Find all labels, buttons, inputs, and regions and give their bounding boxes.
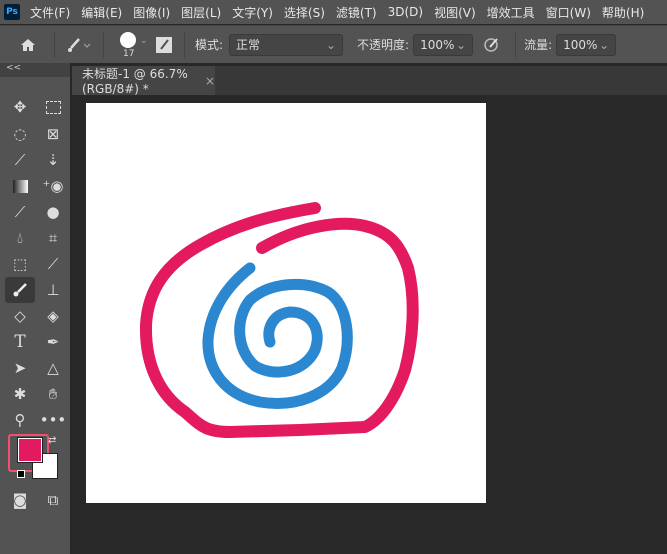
blue-stroke [202, 262, 353, 409]
type-mask-tool-icon[interactable]: ⇣ [41, 149, 65, 171]
brush-size-value: 17 [123, 48, 135, 59]
quick-select-tool-icon[interactable]: ⟋ [8, 149, 32, 171]
menu-image[interactable]: 图像(I) [133, 4, 170, 21]
pressure-opacity-icon[interactable] [473, 37, 509, 53]
mode-select[interactable]: 正常 ⌄ [229, 33, 344, 56]
paint-bucket-tool-icon[interactable]: ◈ [41, 305, 65, 327]
shape-tool-icon[interactable]: △ [41, 357, 65, 379]
collapse-panel-button[interactable]: << [0, 63, 70, 77]
brush-tool-icon[interactable] [5, 277, 35, 303]
menu-3d[interactable]: 3D(D) [388, 5, 423, 19]
mode-label: 模式: [195, 38, 224, 52]
marquee-tool-icon[interactable] [41, 96, 65, 118]
object-select-tool-icon[interactable]: ⬚ [8, 253, 32, 275]
document-tabs: 未标题-1 @ 66.7%(RGB/8#) * × [72, 66, 667, 96]
brush-tip-icon [120, 31, 136, 48]
zoom-tool-icon[interactable]: ⚲ [8, 409, 32, 431]
options-bar: 17 ⌄ 模式: 正常 ⌄ 不透明度: 100% ⌄ 流量: 100% ⌄ [0, 25, 667, 63]
document-tab-title: 未标题-1 @ 66.7%(RGB/8#) * [82, 67, 188, 96]
brush-size-picker[interactable]: 17 ⌄ [110, 27, 150, 63]
menu-filter[interactable]: 滤镜(T) [336, 4, 377, 21]
menu-window[interactable]: 窗口(W) [546, 4, 591, 21]
opacity-label: 不透明度: [357, 38, 410, 52]
chevron-down-icon: ⌄ [599, 37, 610, 52]
brush-strokes [139, 202, 419, 438]
menu-layer[interactable]: 图层(L) [181, 4, 221, 21]
tools-panel: << ✥ ◌ ⊠ ⟋ ⇣ ⁺◉ ⟋ ● 💧︎ ⌗ ⬚ ⟋ ⊥ ◇ ◈ T ✒ ➤… [0, 63, 70, 554]
brush-settings-panel-icon[interactable] [150, 36, 178, 53]
menu-bar: Ps 文件(F) 编辑(E) 图像(I) 图层(L) 文字(Y) 选择(S) 滤… [0, 0, 667, 24]
type-tool-icon[interactable]: T [8, 331, 32, 353]
divider [54, 31, 55, 58]
hand-tool-icon[interactable]: ✋︎ [41, 383, 65, 405]
blur-tool-icon[interactable]: 💧︎ [8, 227, 32, 249]
close-tab-icon[interactable]: × [205, 74, 215, 88]
foreground-color-swatch[interactable] [17, 437, 43, 463]
lasso-tool-icon[interactable]: ◌ [8, 123, 32, 145]
menu-plugins[interactable]: 增效工具 [487, 4, 535, 21]
chevron-down-icon: ⌄ [325, 37, 337, 52]
menu-type[interactable]: 文字(Y) [232, 4, 273, 21]
mode-value: 正常 [236, 38, 261, 52]
document-tab[interactable]: 未标题-1 @ 66.7%(RGB/8#) * × [72, 66, 215, 96]
color-sampler-tool-icon[interactable]: ⟋ [41, 253, 65, 275]
document-canvas[interactable] [86, 103, 486, 503]
flow-label: 流量: [524, 38, 553, 52]
puppet-warp-tool-icon[interactable]: ✱ [8, 383, 32, 405]
flow-value: 100% [563, 37, 598, 52]
gradient-tool-icon[interactable] [8, 175, 32, 197]
brush-preset-picker[interactable] [61, 37, 97, 53]
swap-colors-icon[interactable]: ⇄ [48, 435, 56, 446]
quick-mask-icon[interactable]: ◙ [8, 489, 32, 511]
chevron-down-icon: ⌄ [140, 35, 148, 46]
flow-input[interactable]: 100% ⌄ [556, 33, 617, 56]
eraser-tool-icon[interactable]: ◇ [8, 305, 32, 327]
eyedropper-tool-icon[interactable]: ⟋ [8, 201, 32, 223]
default-colors-icon[interactable] [17, 470, 25, 478]
red-eye-tool-icon[interactable]: ⁺◉ [41, 175, 65, 197]
more-tools-icon[interactable]: ••• [40, 409, 67, 431]
healing-tool-icon[interactable]: ● [41, 201, 65, 223]
pen-tool-icon[interactable]: ✒ [41, 331, 65, 353]
move-tool-icon[interactable]: ✥ [8, 96, 32, 118]
frame-tool-icon[interactable]: ⊠ [41, 123, 65, 145]
stamp-tool-icon[interactable]: ⊥ [41, 279, 65, 301]
home-icon[interactable] [8, 37, 48, 53]
menu-edit[interactable]: 编辑(E) [81, 4, 122, 21]
path-select-tool-icon[interactable]: ➤ [8, 357, 32, 379]
menu-file[interactable]: 文件(F) [30, 4, 70, 21]
menu-select[interactable]: 选择(S) [284, 4, 325, 21]
divider [103, 31, 104, 58]
photoshop-logo: Ps [4, 4, 20, 20]
opacity-input[interactable]: 100% ⌄ [413, 33, 474, 56]
opacity-value: 100% [420, 37, 455, 52]
crop-tool-icon[interactable]: ⌗ [41, 227, 65, 249]
menu-view[interactable]: 视图(V) [434, 4, 476, 21]
menu-help[interactable]: 帮助(H) [602, 4, 644, 21]
screen-mode-icon[interactable]: ⧉ [41, 489, 65, 511]
divider [184, 31, 185, 58]
divider [515, 31, 517, 58]
chevron-down-icon: ⌄ [456, 37, 467, 52]
